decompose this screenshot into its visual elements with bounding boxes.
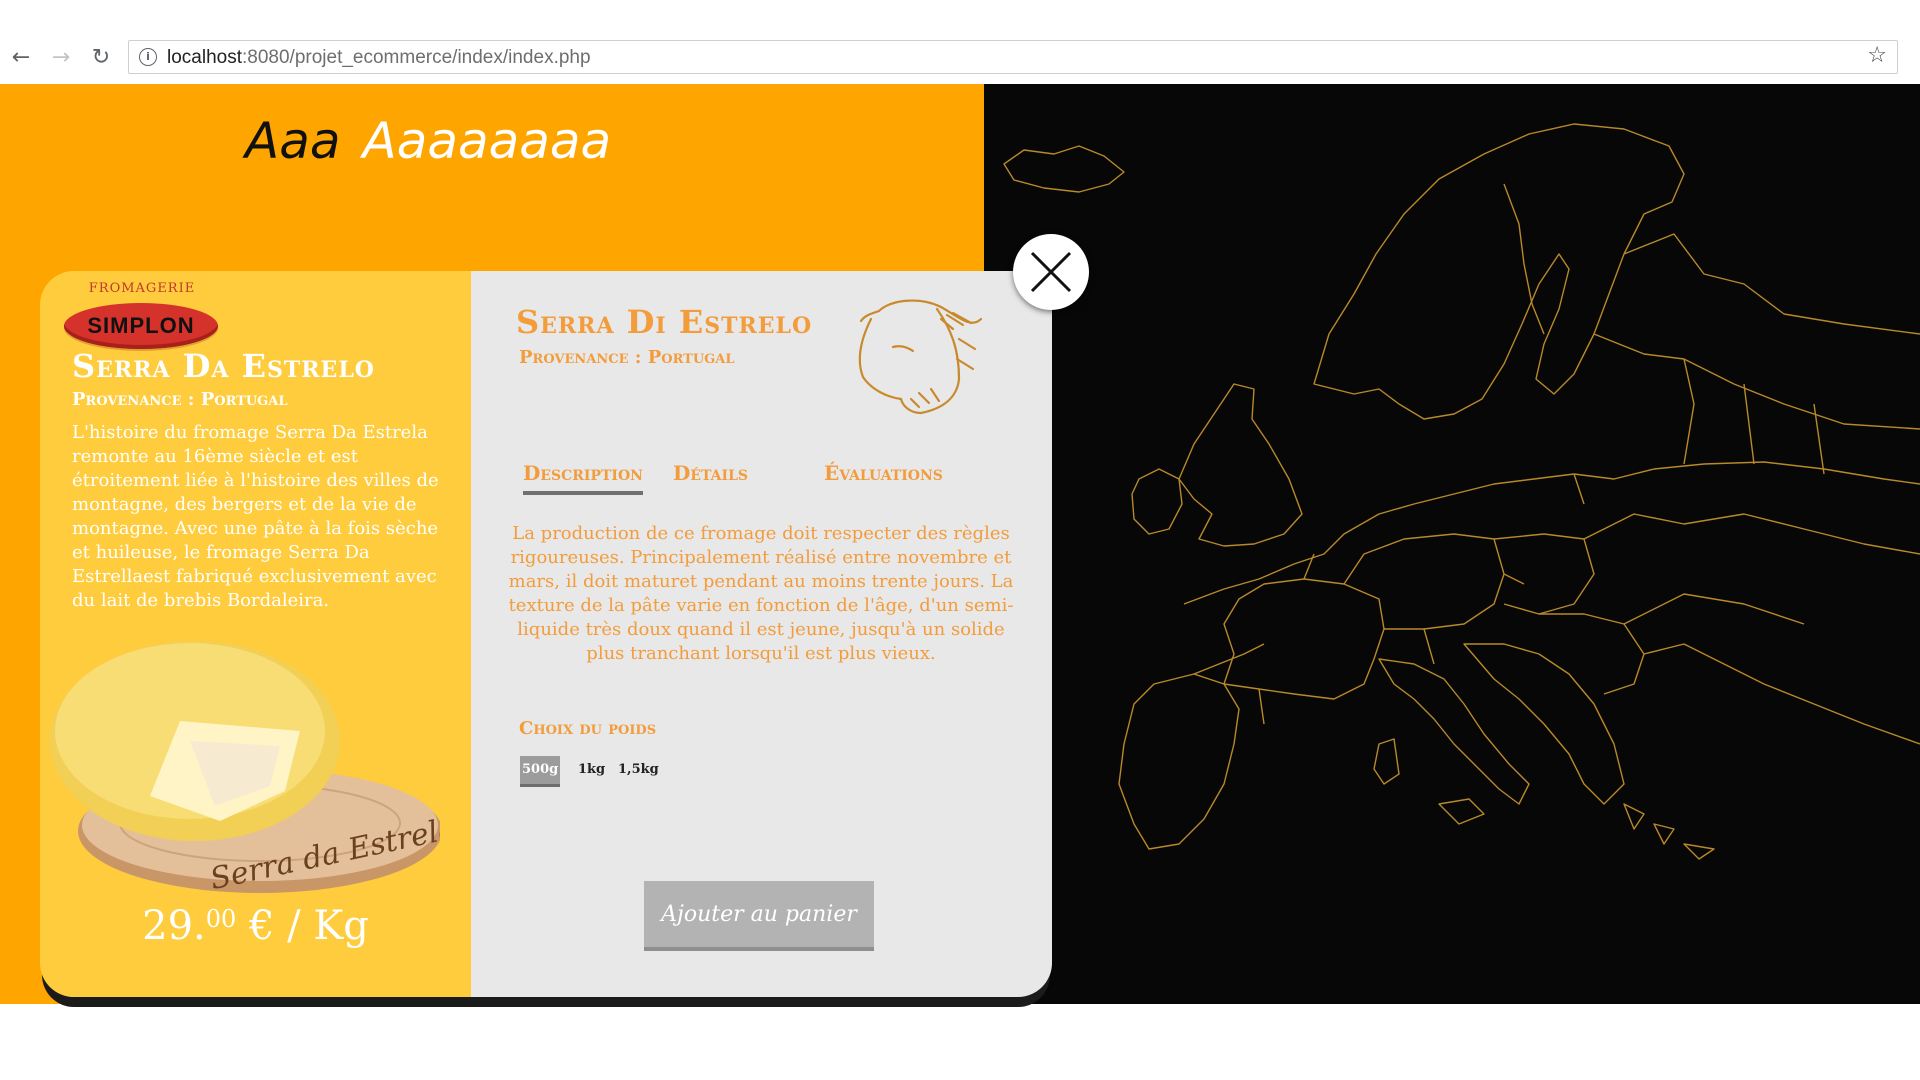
europe-map-outline [1003, 123, 1920, 860]
arrow-left-icon: ← [11, 44, 31, 70]
close-modal-button[interactable] [1013, 234, 1089, 310]
sheep-icon [858, 299, 983, 415]
product-provenance: Provenance : Portugal [72, 389, 288, 410]
reload-button[interactable]: ↻ [86, 42, 116, 72]
product-description: La production de ce fromage doit respect… [508, 523, 1014, 664]
back-button[interactable]: ← [6, 42, 36, 72]
europe-map [984, 84, 1920, 1004]
brand-name: SIMPLON [87, 313, 195, 338]
site-title-word2: Aaaaaaaa [362, 112, 612, 170]
product-tabs: Description Détails Évaluations [521, 461, 1031, 511]
tab-details[interactable]: Détails [673, 461, 748, 485]
price-cents: 00 [205, 905, 237, 933]
weight-option-500g[interactable]: 500g [520, 756, 561, 787]
info-icon[interactable]: i [139, 48, 157, 66]
price-main: 29. [142, 903, 206, 949]
product-price: 29.00 € / Kg [40, 903, 471, 949]
cheese-image: Serra da Estrela [50, 641, 440, 897]
brand-logo: FROMAGERIE SIMPLON [62, 281, 222, 353]
site-title-word1: Aaa [245, 112, 341, 170]
arrow-right-icon: → [51, 44, 71, 70]
close-icon [1014, 235, 1088, 309]
tab-evaluations[interactable]: Évaluations [824, 461, 943, 485]
browser-toolbar: ← → ↻ i localhost:8080/projet_ecommerce/… [0, 0, 1920, 84]
forward-button[interactable]: → [46, 42, 76, 72]
address-bar[interactable]: i localhost:8080/projet_ecommerce/index/… [128, 40, 1898, 74]
url-host: localhost [167, 47, 242, 68]
detail-product-provenance: Provenance : Portugal [519, 347, 735, 368]
url-text[interactable]: localhost:8080/projet_ecommerce/index/in… [167, 47, 591, 69]
brand-arc-text: FROMAGERIE [88, 281, 196, 296]
site-title: Aaa Aaaaaaaa [245, 112, 611, 170]
reload-icon: ↻ [91, 44, 111, 70]
product-name: Serra Da Estrelo [72, 347, 375, 385]
product-modal: FROMAGERIE SIMPLON Serra Da Estrelo Prov… [40, 271, 1052, 997]
product-detail-panel: Serra Di Estrelo Provenance : Portugal D… [471, 271, 1052, 997]
star-icon[interactable]: ☆ [1867, 43, 1887, 68]
tab-description[interactable]: Description [523, 461, 643, 495]
weight-option-1-5kg[interactable]: 1,5kg [618, 756, 659, 784]
product-summary-panel: FROMAGERIE SIMPLON Serra Da Estrelo Prov… [40, 271, 471, 997]
detail-product-name: Serra Di Estrelo [516, 303, 813, 341]
weight-choice-title: Choix du poids [519, 718, 657, 739]
price-unit: € / Kg [236, 903, 369, 949]
url-path: :8080/projet_ecommerce/index/index.php [242, 47, 591, 68]
product-story: L'histoire du fromage Serra Da Estrela r… [72, 422, 439, 611]
weight-option-1kg[interactable]: 1kg [578, 756, 605, 784]
add-to-cart-button[interactable]: Ajouter au panier [644, 881, 874, 951]
